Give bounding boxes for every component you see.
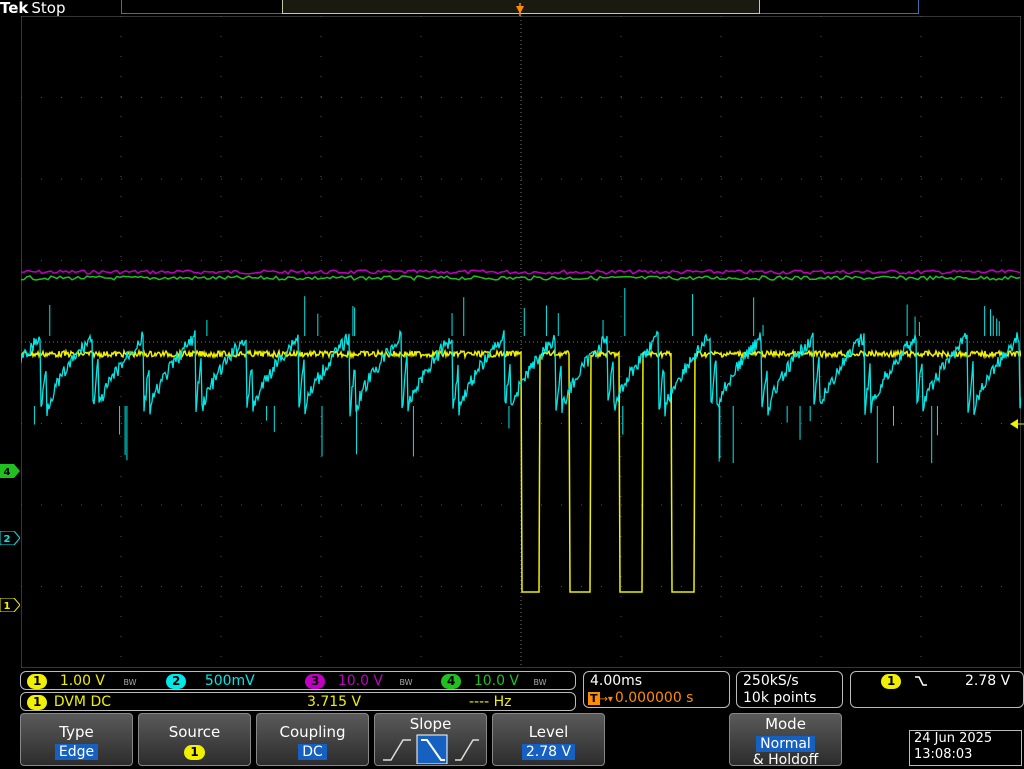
ch1-bw-icon: BW [123, 678, 137, 687]
either-slope-icon [454, 739, 479, 761]
ch2-readout[interactable]: 2 500mV [166, 673, 255, 689]
trigger-level-icon [1010, 419, 1024, 429]
acquisition-readout[interactable]: 250kS/s 10k points [736, 671, 843, 708]
trigger-source-badge: 1 [881, 674, 902, 689]
falling-edge-icon [914, 676, 927, 686]
trigger-source-button[interactable]: Source 1 [138, 713, 251, 766]
dvm-label: DVM DC [53, 694, 112, 710]
run-status: Stop [31, 0, 66, 17]
svg-text:4: 4 [4, 467, 11, 478]
coupling-value: DC [298, 744, 327, 760]
trigger-mode-value: Normal [756, 736, 815, 752]
coupling-button[interactable]: Coupling DC [256, 713, 369, 766]
time: 13:08:03 [914, 747, 973, 762]
trigger-type-value: Edge [54, 744, 99, 760]
ch1-readout[interactable]: 1 1.00 V BW [27, 673, 137, 689]
trigger-type-button[interactable]: Type Edge [20, 713, 133, 766]
dvm-channel-badge: 1 [27, 695, 48, 710]
dvm-readout[interactable]: 1 DVM DC 3.715 V ---- Hz [20, 692, 576, 711]
waveform-display[interactable] [21, 16, 1021, 668]
ch4-ground-marker[interactable]: 4 [0, 464, 20, 478]
ch4-readout[interactable]: 4 10.0 V BW [441, 673, 547, 689]
brand-logo: Tek [0, 0, 29, 17]
ch1-ground-marker[interactable]: 1 [0, 598, 20, 612]
brand-status: Tek Stop [0, 0, 66, 16]
trigger-source-value: 1 [184, 745, 205, 760]
trigger-level-value: 2.78 V [521, 744, 576, 760]
record-length: 10k points [743, 690, 817, 706]
ch2-ground-marker[interactable]: 2 [0, 531, 20, 545]
trigger-level-readout: 2.78 V [965, 673, 1011, 689]
rising-slope-icon [382, 739, 411, 761]
trigger-pos-icon: T [588, 692, 600, 705]
time-scale: 4.00ms [590, 673, 643, 689]
holdoff-label: & Holdoff [752, 752, 819, 768]
position-arrow-icon: →▾ [599, 694, 613, 705]
ch3-bw-icon: BW [399, 678, 413, 687]
sample-rate: 250kS/s [743, 673, 799, 689]
slope-button[interactable]: Slope [374, 713, 487, 766]
ch3-readout[interactable]: 3 10.0 V BW [305, 673, 413, 689]
slope-options[interactable] [377, 734, 485, 765]
channel-readout[interactable]: 1 1.00 V BW 2 500mV 3 10.0 V BW 4 10.0 V… [20, 671, 576, 690]
dvm-frequency: ---- Hz [469, 694, 512, 710]
timebase-readout[interactable]: 4.00ms T →▾ 0.000000 s [583, 671, 730, 708]
level-button[interactable]: Level 2.78 V [492, 713, 605, 766]
dvm-value: 3.715 V [307, 694, 362, 710]
svg-text:2: 2 [4, 534, 11, 545]
date: 24 Jun 2025 [914, 731, 993, 746]
horizontal-position: T →▾ 0.000000 s [588, 690, 694, 706]
date-time: 24 Jun 2025 13:08:03 [909, 730, 1022, 766]
ch4-bw-icon: BW [533, 678, 547, 687]
trigger-readout[interactable]: 1 2.78 V [850, 671, 1024, 708]
svg-text:1: 1 [4, 601, 11, 612]
mode-holdoff-button[interactable]: Mode Normal & Holdoff [729, 713, 842, 768]
